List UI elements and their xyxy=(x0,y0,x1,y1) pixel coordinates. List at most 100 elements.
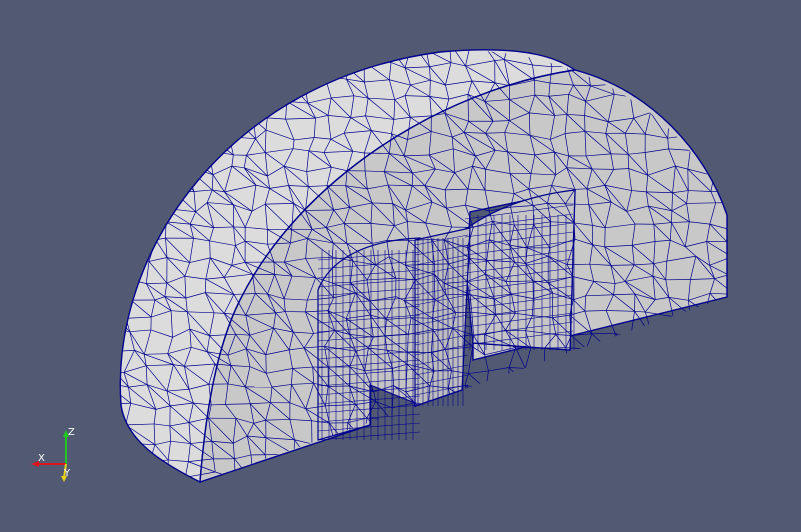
mesh-edge xyxy=(649,367,656,386)
mesh-edge xyxy=(120,220,132,227)
mesh-edge xyxy=(685,405,712,410)
mesh-edge xyxy=(728,114,731,137)
mesh-edge xyxy=(712,423,727,428)
mesh-edge xyxy=(713,167,727,177)
mesh-edge xyxy=(327,462,333,476)
mesh-edge xyxy=(345,443,352,460)
mesh-edge xyxy=(391,419,414,422)
mesh-edge xyxy=(728,275,734,295)
mesh-edge xyxy=(710,409,713,424)
mesh-edge xyxy=(687,61,705,64)
mesh-edge xyxy=(704,353,713,370)
mesh-edge xyxy=(393,443,397,457)
mesh-edge xyxy=(129,130,134,151)
mesh-edge xyxy=(125,50,148,61)
mesh-edge xyxy=(191,130,210,151)
mesh-edge xyxy=(235,98,254,120)
mesh-edge xyxy=(710,369,713,384)
mesh-edge xyxy=(169,121,172,131)
mesh-edge xyxy=(229,66,236,84)
mesh-edge xyxy=(527,401,546,410)
mesh-edge xyxy=(130,192,134,210)
mesh-edge xyxy=(168,77,173,96)
mesh-edge xyxy=(484,403,493,426)
mesh-edge xyxy=(668,419,671,443)
mesh-edge xyxy=(164,208,167,222)
mesh-edge xyxy=(106,454,115,476)
mesh-edge xyxy=(703,157,727,169)
mesh-edge xyxy=(630,337,637,354)
mesh-edge xyxy=(706,113,727,118)
mesh-edge xyxy=(589,422,616,425)
mesh-edge xyxy=(665,442,671,464)
mesh-edge xyxy=(428,405,436,419)
render-viewport[interactable]: Z X Y xyxy=(0,0,801,532)
mesh-edge xyxy=(109,46,110,67)
mesh-edge xyxy=(464,385,486,390)
meshed-half-dome-render[interactable] xyxy=(0,0,801,532)
mesh-edge xyxy=(704,61,711,81)
mesh-edge xyxy=(688,366,712,384)
mesh-edge xyxy=(733,294,734,319)
mesh-edge xyxy=(565,456,595,464)
mesh-edge xyxy=(686,83,694,101)
mesh-edge xyxy=(524,418,534,446)
mesh-edge xyxy=(549,436,576,446)
mesh-edge xyxy=(546,479,567,482)
mesh-edge xyxy=(525,347,532,369)
mesh-edge xyxy=(214,67,230,84)
mesh-edge xyxy=(150,186,166,209)
mesh-edge xyxy=(591,44,613,47)
mesh-edge xyxy=(164,191,175,209)
mesh-edge xyxy=(574,445,595,458)
mesh-edge xyxy=(624,441,629,462)
mesh-edge xyxy=(491,401,506,404)
mesh-edge xyxy=(125,50,130,63)
mesh-edge xyxy=(689,311,706,316)
mesh-edge xyxy=(186,99,188,116)
mesh-edge xyxy=(287,79,306,86)
mesh-edge xyxy=(508,367,531,391)
mesh-edge xyxy=(711,366,727,370)
mesh-edge xyxy=(168,59,174,78)
mesh-edge xyxy=(508,386,529,403)
mesh-edge xyxy=(124,114,131,132)
mesh-edge xyxy=(252,57,271,65)
mesh-edge xyxy=(664,405,686,408)
mesh-edge xyxy=(571,335,587,350)
mesh-edge xyxy=(466,418,474,439)
mesh-edge xyxy=(565,347,570,372)
mesh-edge xyxy=(432,439,448,459)
mesh-edge xyxy=(686,328,706,354)
mesh-edge xyxy=(266,100,287,102)
mesh-edge xyxy=(487,461,493,476)
mesh-edge xyxy=(549,436,552,464)
mesh-edge xyxy=(485,439,511,445)
mesh-edge xyxy=(110,42,126,45)
mesh-edge xyxy=(491,403,516,422)
mesh-edge xyxy=(664,350,676,365)
mesh-edge xyxy=(630,388,637,401)
mesh-edge xyxy=(146,60,170,78)
mesh-edge xyxy=(593,372,596,390)
mesh-edge xyxy=(689,134,715,138)
mesh-edge xyxy=(172,58,188,66)
mesh-edge xyxy=(565,386,573,410)
mesh-edge xyxy=(655,419,669,429)
mesh-edge xyxy=(413,421,434,440)
mesh-edge xyxy=(265,82,273,101)
mesh-edge xyxy=(693,347,706,355)
mesh-edge xyxy=(107,175,108,191)
mesh-edge xyxy=(710,382,727,385)
mesh-edge xyxy=(185,166,195,192)
mesh-edge xyxy=(487,461,508,482)
mesh-edge xyxy=(293,454,311,480)
mesh-edge xyxy=(250,42,272,43)
mesh-edge xyxy=(272,82,288,102)
mesh-edge xyxy=(345,50,365,62)
mesh-edge xyxy=(704,336,713,354)
mesh-edge xyxy=(706,423,713,437)
mesh-edge xyxy=(514,462,527,474)
mesh-edge xyxy=(485,370,489,389)
mesh-edge xyxy=(105,352,116,372)
